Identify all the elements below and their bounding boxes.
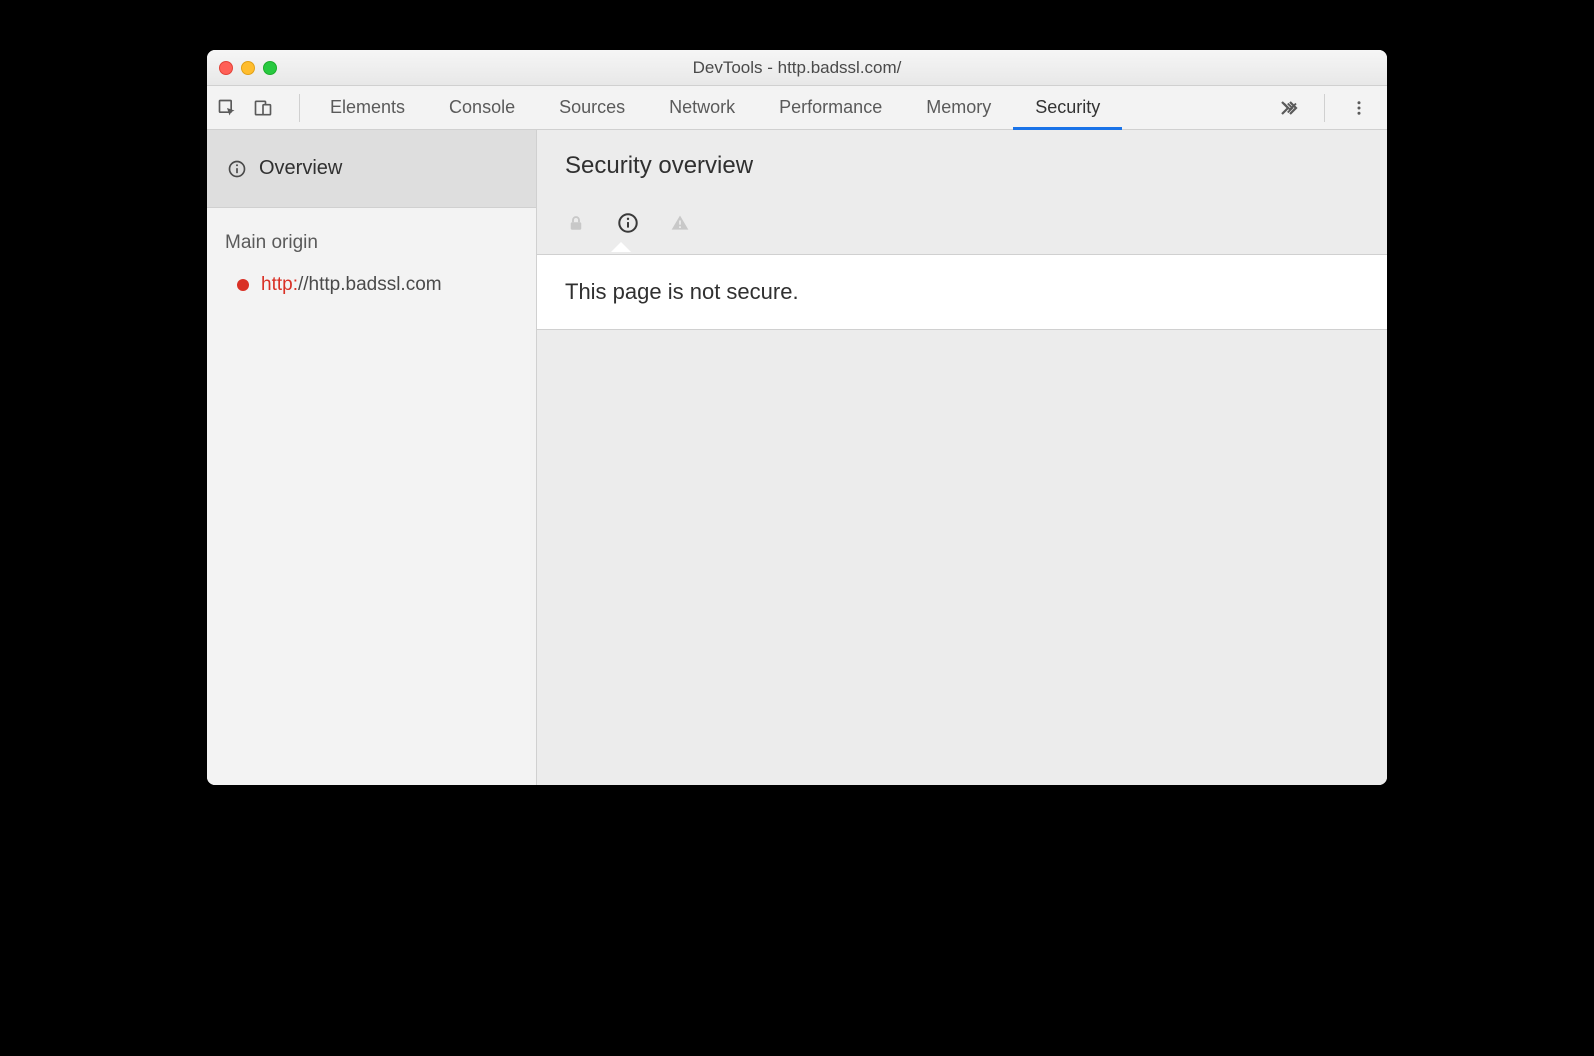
security-overview-heading: Security overview [565, 152, 1359, 180]
tabbar-separator-right [1324, 94, 1325, 122]
devtools-tabbar: Elements Console Sources Network Perform… [207, 86, 1387, 130]
maximize-window-button[interactable] [263, 61, 277, 75]
origin-status-dot-icon [237, 279, 249, 291]
security-sidebar: Overview Main origin http://http.badssl.… [207, 130, 537, 785]
tab-console[interactable]: Console [427, 86, 537, 129]
origin-scheme: http: [261, 274, 298, 295]
tabbar-left-tools [215, 96, 291, 120]
main-header: Security overview [537, 130, 1387, 194]
sidebar-section-main-origin: Main origin [207, 208, 536, 266]
sidebar-item-overview[interactable]: Overview [207, 130, 536, 208]
more-tabs-icon[interactable] [1278, 96, 1302, 120]
minimize-window-button[interactable] [241, 61, 255, 75]
origin-url: http://http.badssl.com [261, 274, 442, 296]
window-title: DevTools - http.badssl.com/ [219, 58, 1375, 78]
warning-triangle-icon [669, 212, 691, 234]
tab-elements[interactable]: Elements [308, 86, 427, 129]
info-icon [225, 157, 249, 181]
overview-label: Overview [259, 157, 342, 180]
devtools-window: DevTools - http.badssl.com/ Elements Con… [207, 50, 1387, 785]
tab-performance[interactable]: Performance [757, 86, 904, 129]
security-state-icons [537, 194, 1387, 242]
origin-host: //http.badssl.com [298, 274, 442, 295]
tabbar-right-tools [1278, 94, 1379, 122]
info-circle-icon [617, 212, 639, 234]
device-toolbar-icon[interactable] [251, 96, 275, 120]
lock-icon [565, 212, 587, 234]
close-window-button[interactable] [219, 61, 233, 75]
sidebar-item-origin[interactable]: http://http.badssl.com [207, 266, 536, 304]
kebab-menu-icon[interactable] [1347, 96, 1371, 120]
devtools-tabs: Elements Console Sources Network Perform… [308, 86, 1122, 129]
tab-security[interactable]: Security [1013, 86, 1122, 129]
inspect-element-icon[interactable] [215, 96, 239, 120]
tab-memory[interactable]: Memory [904, 86, 1013, 129]
devtools-body: Overview Main origin http://http.badssl.… [207, 130, 1387, 785]
traffic-lights [219, 61, 277, 75]
caret-pointer [537, 242, 1387, 254]
tabbar-separator [299, 94, 300, 122]
tab-sources[interactable]: Sources [537, 86, 647, 129]
security-message-text: This page is not secure. [565, 279, 799, 304]
security-main-panel: Security overview [537, 130, 1387, 785]
tab-network[interactable]: Network [647, 86, 757, 129]
security-message-panel: This page is not secure. [537, 254, 1387, 330]
window-titlebar: DevTools - http.badssl.com/ [207, 50, 1387, 86]
